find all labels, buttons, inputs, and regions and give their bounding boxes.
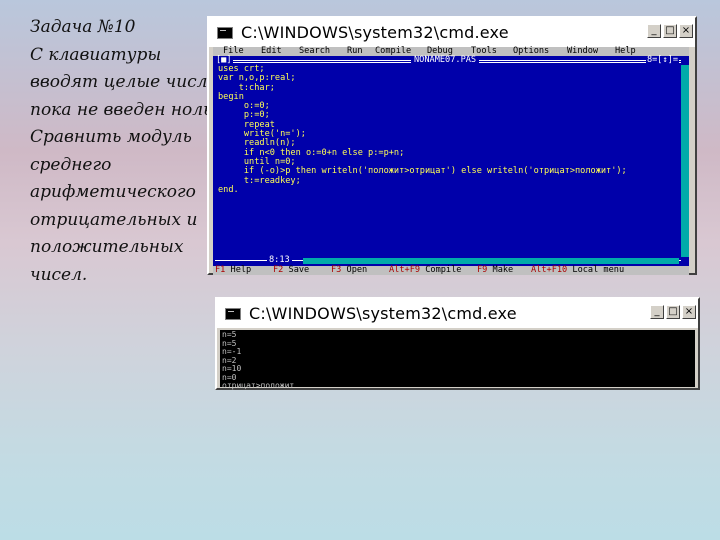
menu-help[interactable]: Help: [615, 47, 636, 56]
code-line: t:char;: [218, 82, 275, 93]
cmd-icon[interactable]: [217, 26, 233, 39]
code-line: var n,o,p:real;: [218, 73, 296, 84]
code-line: t:=readkey;: [218, 175, 301, 186]
close-button[interactable]: ×: [679, 24, 693, 38]
task-line: чисел.: [30, 264, 88, 285]
task-line: положительных: [30, 237, 184, 257]
status-save[interactable]: F2 Save: [273, 266, 309, 275]
menu-edit[interactable]: Edit: [261, 47, 282, 56]
editor-vertical-scrollbar[interactable]: [681, 65, 689, 257]
editor-window-number[interactable]: 8=[↕]=: [645, 56, 679, 65]
code-line: begin: [218, 91, 244, 102]
close-button[interactable]: ×: [682, 305, 696, 319]
menu-options[interactable]: Options: [513, 47, 549, 56]
task-line: пока не введен ноль.: [30, 99, 218, 120]
code-line: p:=0;: [218, 110, 270, 121]
menu-window[interactable]: Window: [567, 47, 598, 56]
window-title: C:\WINDOWS\system32\cmd.exe: [249, 304, 517, 323]
maximize-button[interactable]: □: [663, 24, 677, 38]
code-editor[interactable]: [■] NONAME07.PAS 8=[↕]= uses crt; var n,…: [213, 56, 689, 266]
code-line: end.: [218, 184, 239, 195]
status-compile[interactable]: Alt+F9 Compile: [389, 266, 461, 275]
task-line: арифметического: [30, 182, 196, 202]
ide-cmd-window: C:\WINDOWS\system32\cmd.exe _ □ × File E…: [207, 16, 697, 275]
menu-run[interactable]: Run: [347, 47, 363, 56]
editor-horizontal-scrollbar[interactable]: [303, 258, 679, 264]
status-open[interactable]: F3 Open: [331, 266, 367, 275]
console-output[interactable]: n=5 n=5 n=-1 n=2 n=10 n=0 отрицат>положи…: [220, 330, 695, 390]
editor-file-name: NONAME07.PAS: [411, 56, 480, 65]
task-description: Задача №10 С клавиатуры вводят целые чис…: [30, 14, 224, 289]
output-title-bar[interactable]: C:\WINDOWS\system32\cmd.exe _ □ ×: [217, 299, 698, 328]
status-make[interactable]: F9 Make: [477, 266, 513, 275]
task-line: Сравнить модуль: [30, 127, 192, 147]
ide-title-bar[interactable]: C:\WINDOWS\system32\cmd.exe _ □ ×: [209, 18, 695, 47]
task-line: С клавиатуры: [30, 44, 162, 65]
status-local-menu[interactable]: Alt+F10 Local menu: [531, 266, 624, 275]
minimize-button[interactable]: _: [647, 24, 661, 38]
task-line: отрицательных и: [30, 209, 198, 230]
maximize-button[interactable]: □: [666, 305, 680, 319]
output-cmd-window: C:\WINDOWS\system32\cmd.exe _ □ × n=5 n=…: [215, 297, 700, 390]
task-line: Задача №10: [30, 17, 136, 37]
task-line: среднего: [30, 154, 112, 175]
cmd-icon[interactable]: [225, 307, 241, 320]
menu-compile[interactable]: Compile: [375, 47, 411, 56]
status-help[interactable]: F1 Help: [215, 266, 251, 275]
cursor-position: 8:13: [267, 255, 292, 265]
ide-status-bar: F1 Help F2 Save F3 Open Alt+F9 Compile F…: [213, 266, 689, 275]
code-line: o:=0;: [218, 101, 270, 112]
minimize-button[interactable]: _: [650, 305, 664, 319]
window-title: C:\WINDOWS\system32\cmd.exe: [241, 23, 509, 42]
console-line: отрицат>положит: [222, 381, 295, 390]
menu-search[interactable]: Search: [299, 47, 330, 56]
code-listing: uses crt; var n,o,p:real; t:char; begin …: [218, 64, 627, 195]
turbo-pascal-ide: File Edit Search Run Compile Debug Tools…: [213, 47, 689, 275]
task-line: вводят целые числа,: [30, 72, 224, 92]
